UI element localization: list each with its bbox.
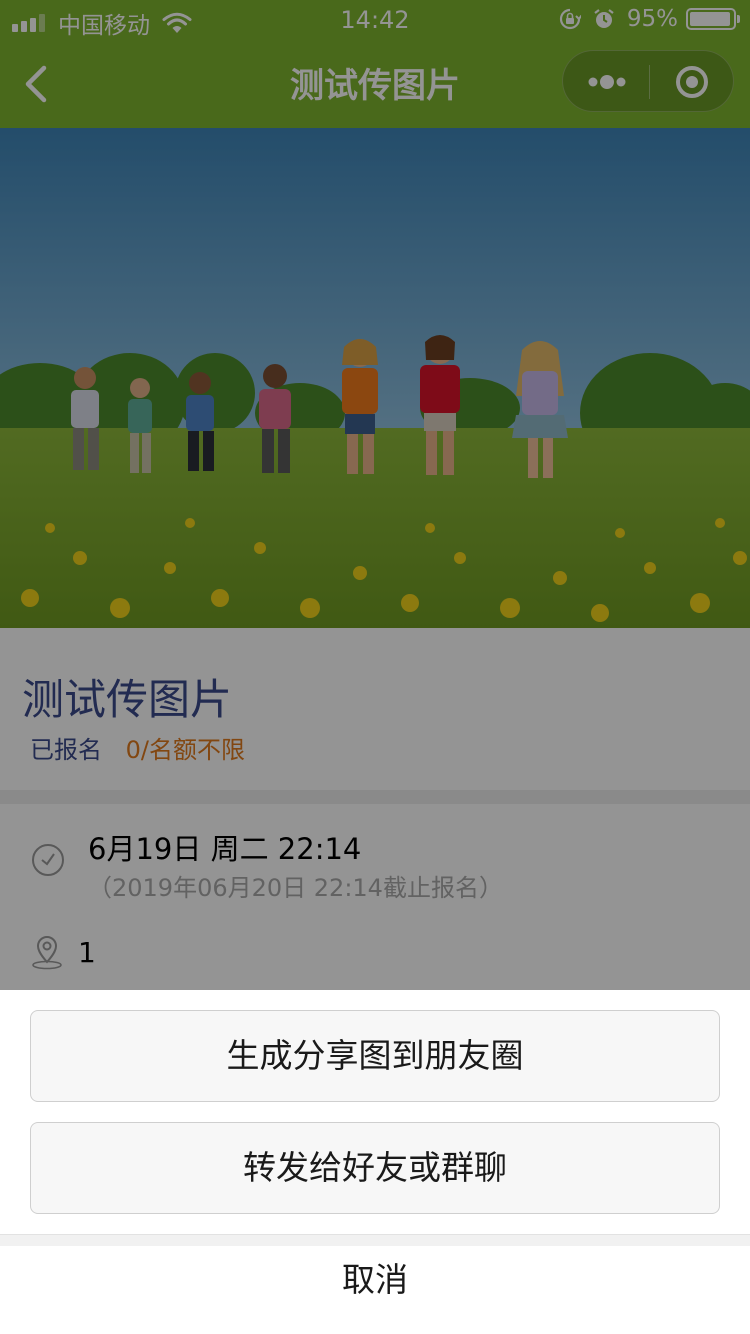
sheet-separator (0, 1234, 750, 1246)
forward-to-friend-button[interactable]: 转发给好友或群聊 (30, 1122, 720, 1214)
cancel-button[interactable]: 取消 (0, 1246, 750, 1324)
share-to-moments-button[interactable]: 生成分享图到朋友圈 (30, 1010, 720, 1102)
share-action-sheet: 生成分享图到朋友圈 转发给好友或群聊 取消 (0, 990, 750, 1334)
